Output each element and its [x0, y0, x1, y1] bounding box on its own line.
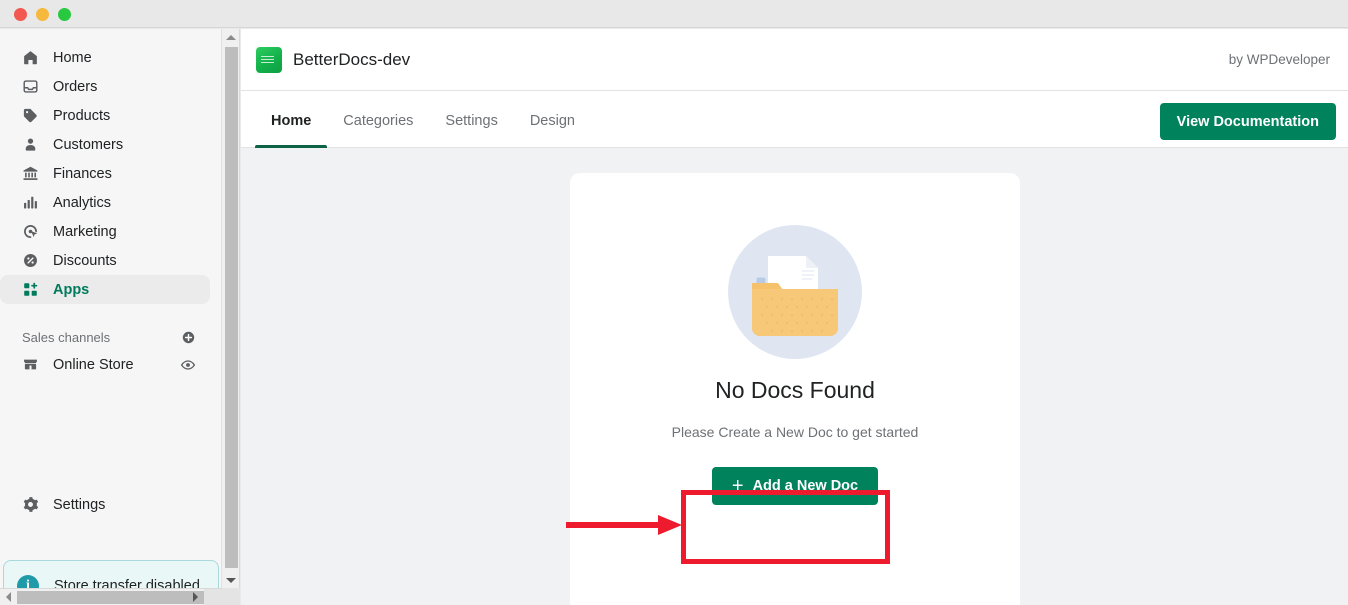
sidebar-item-home[interactable]: Home [0, 43, 210, 72]
vertical-scrollbar-thumb[interactable] [225, 47, 238, 568]
sidebar-item-discounts[interactable]: Discounts [0, 246, 210, 275]
store-transfer-notice: i Store transfer disabled [3, 560, 219, 588]
chevron-up-icon[interactable] [222, 29, 240, 45]
sidebar-item-finances[interactable]: Finances [0, 159, 210, 188]
tab-home[interactable]: Home [255, 91, 327, 148]
sidebar-item-label: Orders [53, 79, 97, 95]
sidebar-vertical-scrollbar[interactable] [222, 29, 240, 588]
analytics-icon [20, 193, 40, 213]
plus-icon: + [732, 476, 744, 496]
sidebar-item-label: Discounts [53, 253, 117, 269]
sidebar-item-apps[interactable]: Apps [0, 275, 210, 304]
maximize-window-button[interactable] [58, 8, 71, 21]
info-icon: i [17, 575, 39, 588]
chevron-left-icon[interactable] [0, 589, 17, 605]
chevron-down-icon[interactable] [222, 572, 240, 588]
eye-icon[interactable] [179, 356, 197, 374]
orders-icon [20, 77, 40, 97]
sidebar-item-label: Settings [53, 497, 105, 513]
sidebar-item-analytics[interactable]: Analytics [0, 188, 210, 217]
app-byline: by WPDeveloper [1229, 52, 1330, 67]
sidebar-spacer [0, 304, 221, 324]
sidebar-item-label: Finances [53, 166, 112, 182]
plus-circle-icon[interactable] [179, 328, 197, 346]
add-a-new-doc-button[interactable]: + Add a New Doc [712, 467, 878, 505]
tab-bar: Home Categories Settings Design View Doc… [241, 91, 1348, 148]
sidebar-nav: Home Orders Products Customers [0, 29, 221, 379]
sales-channels-label: Sales channels [22, 330, 179, 345]
sidebar-horizontal-scrollbar[interactable] [0, 588, 222, 605]
traffic-lights [14, 8, 71, 21]
products-icon [20, 106, 40, 126]
discounts-icon [20, 251, 40, 271]
sidebar: Home Orders Products Customers [0, 29, 222, 588]
tab-design[interactable]: Design [514, 91, 591, 148]
tab-categories[interactable]: Categories [327, 91, 429, 148]
sidebar-item-label: Customers [53, 137, 123, 153]
marketing-icon [20, 222, 40, 242]
horizontal-scrollbar-thumb[interactable] [17, 591, 204, 604]
app-window: Home Orders Products Customers [0, 0, 1348, 605]
empty-state-title: No Docs Found [715, 377, 875, 404]
chevron-right-icon[interactable] [187, 589, 204, 605]
sidebar-item-marketing[interactable]: Marketing [0, 217, 210, 246]
apps-icon [20, 280, 40, 300]
minimize-window-button[interactable] [36, 8, 49, 21]
add-a-new-doc-label: Add a New Doc [753, 478, 859, 494]
sidebar-item-label: Marketing [53, 224, 117, 240]
view-documentation-button[interactable]: View Documentation [1160, 103, 1336, 140]
empty-folder-illustration [728, 225, 862, 359]
sidebar-item-label: Products [53, 108, 110, 124]
gear-icon [20, 495, 40, 515]
close-window-button[interactable] [14, 8, 27, 21]
sidebar-item-online-store[interactable]: Online Store [0, 350, 221, 379]
page-title: BetterDocs-dev [293, 50, 410, 70]
sidebar-item-customers[interactable]: Customers [0, 130, 210, 159]
betterdocs-logo-icon [256, 47, 282, 73]
empty-state-subtitle: Please Create a New Doc to get started [672, 424, 919, 440]
sidebar-item-label: Apps [53, 282, 89, 298]
sidebar-item-label: Home [53, 50, 92, 66]
home-icon [20, 48, 40, 68]
sidebar-item-label: Online Store [53, 357, 179, 373]
sidebar-item-products[interactable]: Products [0, 101, 210, 130]
scrollbar-corner [204, 589, 222, 605]
store-transfer-notice-text: Store transfer disabled [54, 578, 200, 588]
main-content: BetterDocs-dev by WPDeveloper Home Categ… [241, 29, 1348, 605]
window-titlebar [0, 0, 1348, 28]
app-header: BetterDocs-dev by WPDeveloper [241, 29, 1348, 91]
sidebar-item-orders[interactable]: Orders [0, 72, 210, 101]
sales-channels-heading: Sales channels [0, 324, 221, 350]
sidebar-item-label: Analytics [53, 195, 111, 211]
finances-icon [20, 164, 40, 184]
store-icon [20, 355, 40, 375]
scrollbar-corner-2 [222, 588, 240, 605]
content-area: No Docs Found Please Create a New Doc to… [241, 148, 1348, 604]
customers-icon [20, 135, 40, 155]
tab-settings[interactable]: Settings [429, 91, 513, 148]
empty-state-card: No Docs Found Please Create a New Doc to… [570, 173, 1020, 605]
sidebar-item-settings[interactable]: Settings [0, 490, 105, 519]
